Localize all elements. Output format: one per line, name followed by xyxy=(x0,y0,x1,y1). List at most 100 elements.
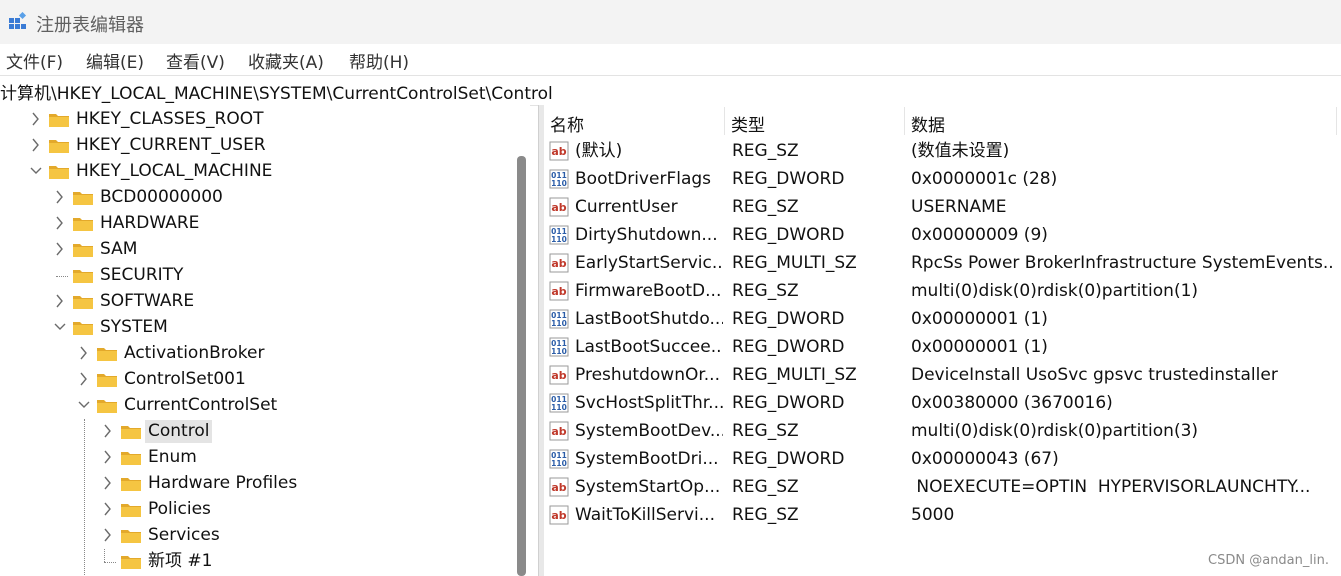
folder-icon xyxy=(73,270,93,283)
value-data: DeviceInstall UsoSvc gpsvc trustedinstal… xyxy=(911,365,1278,385)
folder-icon xyxy=(121,556,141,569)
tree-scrollbar-thumb[interactable] xyxy=(517,156,526,576)
tree-item[interactable]: CurrentControlSet xyxy=(0,393,512,419)
chevron-right-icon[interactable] xyxy=(102,448,114,466)
value-name: FirmwareBootD... xyxy=(575,281,722,301)
value-row[interactable]: 011 110 SvcHostSplitThr... REG_DWORD 0x00380… xyxy=(544,389,1341,417)
value-row[interactable]: 011 110 LastBootShutdo... REG_DWORD 0x000000… xyxy=(544,305,1341,333)
menu-file[interactable]: 文件(F) xyxy=(6,48,63,73)
tree-item-label[interactable]: SAM xyxy=(97,238,140,261)
tree-item[interactable]: SYSTEM xyxy=(0,315,512,341)
chevron-right-icon[interactable] xyxy=(102,474,114,492)
value-row[interactable]: 011 110 SystemBootDri... REG_DWORD 0x0000004… xyxy=(544,445,1341,473)
tree-item-label[interactable]: HKEY_CLASSES_ROOT xyxy=(73,108,267,131)
folder-icon xyxy=(121,452,141,465)
string-value-icon: ab xyxy=(549,477,569,497)
chevron-right-icon[interactable] xyxy=(54,240,66,258)
value-row[interactable]: 011 110 LastBootSuccee... REG_DWORD 0x000000… xyxy=(544,333,1341,361)
value-row[interactable]: 011 110 BootDriverFlags REG_DWORD 0x0000001c… xyxy=(544,165,1341,193)
tree-item[interactable]: HKEY_CURRENT_USER xyxy=(0,133,512,159)
tree-item-label[interactable]: HKEY_CURRENT_USER xyxy=(73,134,269,157)
value-data: NOEXECUTE=OPTIN HYPERVISORLAUNCHTY... xyxy=(911,477,1311,497)
tree-item[interactable]: Hardware Profiles xyxy=(0,471,512,497)
chevron-right-icon[interactable] xyxy=(102,500,114,518)
value-row[interactable]: ab SystemBootDev... REG_SZ multi(0)disk(0)r… xyxy=(544,417,1341,445)
value-row[interactable]: ab WaitToKillServi... REG_SZ 5000 xyxy=(544,501,1341,529)
tree-item[interactable]: ControlSet001 xyxy=(0,367,512,393)
chevron-right-icon[interactable] xyxy=(30,136,42,154)
chevron-right-icon[interactable] xyxy=(78,370,90,388)
tree-item[interactable]: HKEY_LOCAL_MACHINE xyxy=(0,159,512,185)
column-header-type[interactable]: 类型 xyxy=(725,105,903,137)
chevron-right-icon[interactable] xyxy=(102,422,114,440)
tree-item[interactable]: HARDWARE xyxy=(0,211,512,237)
tree-item-label[interactable]: Enum xyxy=(145,446,200,469)
chevron-right-icon[interactable] xyxy=(54,214,66,232)
chevron-right-icon[interactable] xyxy=(54,188,66,206)
tree-item-label[interactable]: SOFTWARE xyxy=(97,290,197,313)
tree-connector xyxy=(56,276,68,277)
chevron-down-icon[interactable] xyxy=(54,318,66,336)
chevron-down-icon[interactable] xyxy=(30,162,42,180)
tree-item[interactable]: Enum xyxy=(0,445,512,471)
value-type: REG_DWORD xyxy=(732,337,845,357)
chevron-right-icon[interactable] xyxy=(30,110,42,128)
value-data: 0x00000001 (1) xyxy=(911,309,1048,329)
tree-item-label[interactable]: ActivationBroker xyxy=(121,342,267,365)
chevron-right-icon[interactable] xyxy=(102,526,114,544)
chevron-right-icon[interactable] xyxy=(54,292,66,310)
tree-item-label[interactable]: SECURITY xyxy=(97,264,186,287)
tree-item-label[interactable]: BCD00000000 xyxy=(97,186,226,209)
column-header-data[interactable]: 数据 xyxy=(905,105,1335,137)
value-row[interactable]: ab (默认) REG_SZ (数值未设置) xyxy=(544,137,1341,165)
value-row[interactable]: ab PreshutdownOr... REG_MULTI_SZ DeviceInst… xyxy=(544,361,1341,389)
chevron-right-icon[interactable] xyxy=(78,344,90,362)
tree-item[interactable]: 新项 #1 xyxy=(0,549,512,575)
menu-edit[interactable]: 编辑(E) xyxy=(86,48,144,73)
tree-item-label[interactable]: CurrentControlSet xyxy=(121,394,280,417)
tree-item-label[interactable]: Services xyxy=(145,524,223,547)
string-value-icon: ab xyxy=(549,281,569,301)
tree-item[interactable]: BCD00000000 xyxy=(0,185,512,211)
value-data: RpcSs Power BrokerInfrastructure SystemE… xyxy=(911,253,1335,273)
column-header-name[interactable]: 名称 xyxy=(544,105,724,137)
folder-icon xyxy=(73,322,93,335)
menu-view[interactable]: 查看(V) xyxy=(166,48,225,73)
tree-item-label-selected[interactable]: Control xyxy=(145,420,213,443)
value-name: SystemBootDri... xyxy=(575,449,719,469)
value-row[interactable]: ab SystemStartOp... REG_SZ NOEXECUTE=OPTIN… xyxy=(544,473,1341,501)
address-bar[interactable]: 计算机\HKEY_LOCAL_MACHINE\SYSTEM\CurrentCon… xyxy=(0,75,1341,106)
tree-item-label[interactable]: HARDWARE xyxy=(97,212,202,235)
menu-favorites[interactable]: 收藏夹(A) xyxy=(248,48,324,73)
tree-item-label[interactable]: ControlSet001 xyxy=(121,368,249,391)
tree-item-label[interactable]: Policies xyxy=(145,498,214,521)
value-row[interactable]: ab EarlyStartServic... REG_MULTI_SZ RpcSs P… xyxy=(544,249,1341,277)
tree-item[interactable]: SOFTWARE xyxy=(0,289,512,315)
tree-item[interactable]: ActivationBroker xyxy=(0,341,512,367)
folder-icon xyxy=(121,530,141,543)
chevron-down-icon[interactable] xyxy=(78,396,90,414)
value-name: WaitToKillServi... xyxy=(575,505,715,525)
value-row[interactable]: ab CurrentUser REG_SZ USERNAME xyxy=(544,193,1341,221)
tree-item[interactable]: Policies xyxy=(0,497,512,523)
tree-item[interactable]: Services xyxy=(0,523,512,549)
value-row[interactable]: ab FirmwareBootD... REG_SZ multi(0)disk(0)r… xyxy=(544,277,1341,305)
tree-item[interactable]: SECURITY xyxy=(0,263,512,289)
tree-scrollbar[interactable] xyxy=(512,105,530,576)
svg-text:110: 110 xyxy=(551,347,567,356)
value-row[interactable]: 011 110 DirtyShutdown... REG_DWORD 0x0000000… xyxy=(544,221,1341,249)
tree-item-label[interactable]: HKEY_LOCAL_MACHINE xyxy=(73,160,275,183)
tree-connector xyxy=(104,549,105,562)
tree-item[interactable]: SAM xyxy=(0,237,512,263)
folder-icon xyxy=(49,114,69,127)
tree-item-label[interactable]: Hardware Profiles xyxy=(145,472,300,495)
tree-item[interactable]: Control xyxy=(0,419,512,445)
tree-item-label[interactable]: SYSTEM xyxy=(97,316,171,339)
string-value-icon: ab xyxy=(549,197,569,217)
column-divider[interactable] xyxy=(1336,107,1337,135)
tree-item[interactable]: HKEY_CLASSES_ROOT xyxy=(0,107,512,133)
menu-help[interactable]: 帮助(H) xyxy=(349,48,409,73)
tree-item-label[interactable]: 新项 #1 xyxy=(145,550,215,573)
value-name: EarlyStartServic... xyxy=(575,253,723,273)
address-path[interactable]: 计算机\HKEY_LOCAL_MACHINE\SYSTEM\CurrentCon… xyxy=(0,79,553,104)
